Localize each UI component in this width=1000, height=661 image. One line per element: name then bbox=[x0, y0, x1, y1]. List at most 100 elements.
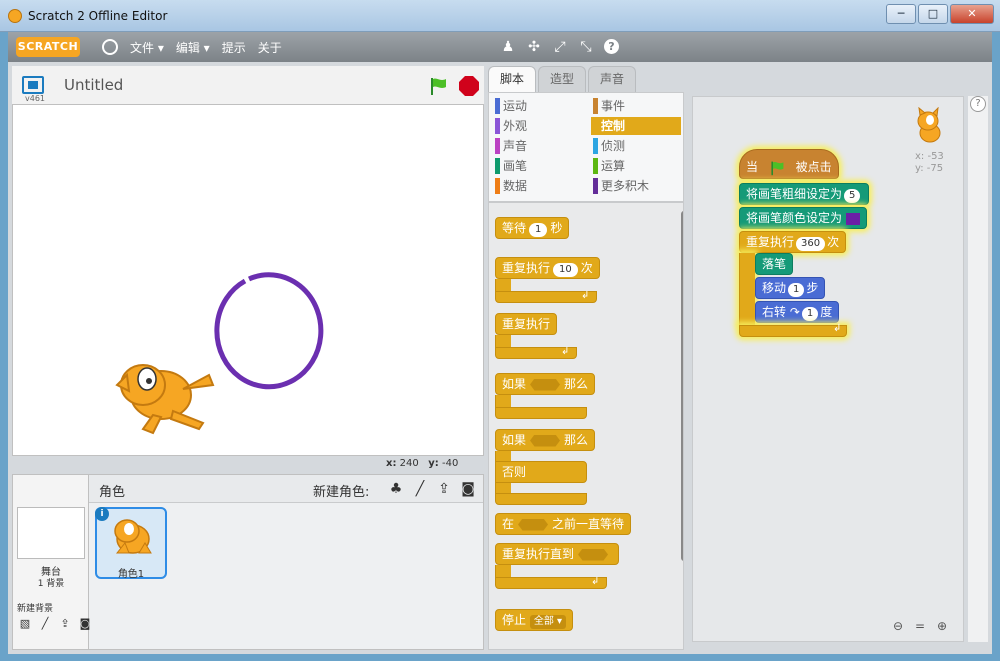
category-control[interactable]: 控制 bbox=[591, 117, 681, 135]
paint-sprite-icon[interactable]: ╱ bbox=[411, 480, 429, 498]
move-steps[interactable]: 1 bbox=[788, 283, 805, 297]
tab-sounds[interactable]: 声音 bbox=[588, 66, 636, 92]
stop-icon[interactable] bbox=[459, 76, 479, 96]
pen-size-value[interactable]: 5 bbox=[844, 189, 861, 203]
language-globe-icon[interactable] bbox=[102, 39, 118, 55]
editor-main: v461 Untitled x: 240 y: -40 舞台 1 背景 新建背景… bbox=[8, 62, 992, 654]
mouse-y: -40 bbox=[442, 458, 459, 469]
category-looks[interactable]: 外观 bbox=[493, 117, 583, 135]
window-titlebar: Scratch 2 Offline Editor ─ □ ✕ bbox=[0, 0, 1000, 32]
menubar: SCRATCH 文件 ▾ 编辑 ▾ 提示 关于 ♟ ✣ ⤢ ⤡ ? bbox=[8, 32, 992, 62]
camera-backdrop-icon[interactable]: ◙ bbox=[77, 617, 93, 631]
category-sound[interactable]: 声音 bbox=[493, 137, 583, 155]
category-more-blocks[interactable]: 更多积木 bbox=[591, 177, 681, 195]
stop-option-dropdown[interactable]: 全部 ▾ bbox=[529, 615, 567, 629]
sprite-y: y: -75 bbox=[915, 163, 944, 174]
project-title[interactable]: Untitled bbox=[64, 76, 123, 94]
block-if-else-mouth-1 bbox=[495, 451, 511, 461]
menu-about[interactable]: 关于 bbox=[258, 39, 282, 56]
current-sprite-icon bbox=[917, 107, 941, 143]
minimize-button[interactable]: ─ bbox=[886, 4, 916, 24]
block-if-mouth bbox=[495, 395, 511, 407]
green-flag-icon bbox=[771, 161, 784, 175]
category-operators[interactable]: 运算 bbox=[591, 157, 681, 175]
block-if-bottom bbox=[495, 407, 587, 419]
scratch-logo[interactable]: SCRATCH bbox=[16, 37, 80, 57]
sprite-name: 角色1 bbox=[117, 569, 145, 580]
menu-edit[interactable]: 编辑 ▾ bbox=[176, 39, 210, 56]
script-pen-down[interactable]: 落笔 bbox=[755, 253, 794, 275]
maximize-button[interactable]: □ bbox=[918, 4, 948, 24]
block-wait[interactable]: 等待 1 秒 bbox=[495, 217, 570, 239]
block-repeat-until[interactable]: 重复执行直到 bbox=[495, 543, 620, 565]
stage-canvas[interactable] bbox=[12, 104, 484, 456]
script-when-flag-clicked[interactable]: 当 被点击 bbox=[739, 149, 839, 179]
repeat-count[interactable]: 360 bbox=[796, 237, 826, 251]
script-turn-right[interactable]: 右转 ↷ 1 度 bbox=[755, 301, 840, 323]
menu-file[interactable]: 文件 ▾ bbox=[130, 39, 164, 56]
block-repeat-mouth bbox=[495, 279, 511, 291]
zoom-controls: ⊖ = ⊕ bbox=[889, 617, 951, 635]
block-forever[interactable]: 重复执行 bbox=[495, 313, 558, 335]
upload-sprite-icon[interactable]: ⇪ bbox=[435, 480, 453, 498]
menu-tips[interactable]: 提示 bbox=[222, 39, 246, 56]
block-palette: 等待 1 秒 重复执行 10 次 ↲ 重复执行 ↲ 如果 那么 如果 那么 否则 在之前一直… bbox=[488, 202, 684, 650]
script-move[interactable]: 移动 1 步 bbox=[755, 277, 826, 299]
shrink-icon[interactable]: ⤡ bbox=[578, 39, 594, 55]
fullscreen-icon[interactable] bbox=[22, 76, 44, 94]
version-label: v461 bbox=[25, 94, 46, 103]
cut-icon[interactable]: ✣ bbox=[526, 39, 542, 55]
script-area[interactable]: x: -53 y: -75 当 被点击 将画笔粗细设定为 5 将画笔颜色设定为 重… bbox=[692, 96, 964, 642]
stage-column: 舞台 1 背景 新建背景 ▧ ╱ ⇪ ◙ bbox=[13, 475, 90, 649]
block-forever-mouth bbox=[495, 335, 511, 347]
window-title: Scratch 2 Offline Editor bbox=[28, 9, 168, 23]
block-repeat[interactable]: 重复执行 10 次 bbox=[495, 257, 600, 279]
camera-sprite-icon[interactable]: ◙ bbox=[459, 480, 477, 498]
tab-scripts[interactable]: 脚本 bbox=[488, 66, 536, 92]
upload-backdrop-icon[interactable]: ⇪ bbox=[57, 617, 73, 631]
zoom-reset-icon[interactable]: = bbox=[911, 617, 929, 635]
script-repeat[interactable]: 重复执行 360 次 bbox=[739, 231, 847, 253]
rotate-cw-icon: ↷ bbox=[789, 305, 800, 319]
grow-icon[interactable]: ⤢ bbox=[552, 39, 568, 55]
category-sensing[interactable]: 侦测 bbox=[591, 137, 681, 155]
sprite-library-icon[interactable]: ♣ bbox=[387, 480, 405, 498]
duplicate-icon[interactable]: ♟ bbox=[500, 39, 516, 55]
cat-sprite bbox=[115, 364, 215, 435]
close-button[interactable]: ✕ bbox=[950, 4, 994, 24]
block-repeat-until-mouth bbox=[495, 565, 511, 577]
palette-scrollbar[interactable] bbox=[681, 211, 683, 561]
right-gutter bbox=[968, 96, 988, 642]
zoom-out-icon[interactable]: ⊖ bbox=[889, 617, 907, 635]
help-icon[interactable]: ? bbox=[604, 39, 619, 54]
script-set-pen-size[interactable]: 将画笔粗细设定为 5 bbox=[739, 183, 870, 205]
pen-color-swatch[interactable] bbox=[846, 212, 861, 225]
stage-header: v461 Untitled bbox=[12, 66, 484, 104]
tips-help-icon[interactable]: ? bbox=[970, 96, 986, 112]
category-motion[interactable]: 运动 bbox=[493, 97, 583, 115]
block-wait-until[interactable]: 在之前一直等待 bbox=[495, 513, 632, 535]
turn-degrees[interactable]: 1 bbox=[801, 307, 819, 321]
stage-thumbnail[interactable] bbox=[17, 507, 85, 559]
paint-backdrop-icon[interactable]: ╱ bbox=[37, 617, 53, 631]
info-icon[interactable]: i bbox=[95, 507, 109, 521]
category-events[interactable]: 事件 bbox=[591, 97, 681, 115]
category-data[interactable]: 数据 bbox=[493, 177, 583, 195]
script-set-pen-color[interactable]: 将画笔颜色设定为 bbox=[739, 207, 868, 229]
tab-costumes[interactable]: 造型 bbox=[538, 66, 586, 92]
category-pen[interactable]: 画笔 bbox=[493, 157, 583, 175]
new-sprite-label: 新建角色: bbox=[313, 485, 370, 500]
green-flag-icon[interactable] bbox=[428, 76, 448, 96]
block-stop[interactable]: 停止 全部 ▾ bbox=[495, 609, 574, 631]
block-else: 否则 bbox=[495, 461, 587, 483]
block-categories: 运动 事件 外观 控制 声音 侦测 画笔 运算 数据 更多积木 bbox=[488, 92, 684, 202]
sprite-position: x: -53 y: -75 bbox=[915, 151, 944, 175]
backdrop-library-icon[interactable]: ▧ bbox=[17, 617, 33, 631]
stage-backdrop-count: 1 背景 bbox=[37, 579, 65, 589]
zoom-in-icon[interactable]: ⊕ bbox=[933, 617, 951, 635]
sprite-card[interactable]: i 角色1 bbox=[95, 507, 167, 580]
block-if-else[interactable]: 如果 那么 bbox=[495, 429, 596, 451]
block-if[interactable]: 如果 那么 bbox=[495, 373, 596, 395]
mouse-x: 240 bbox=[399, 458, 419, 469]
stage-drawing bbox=[115, 272, 324, 435]
